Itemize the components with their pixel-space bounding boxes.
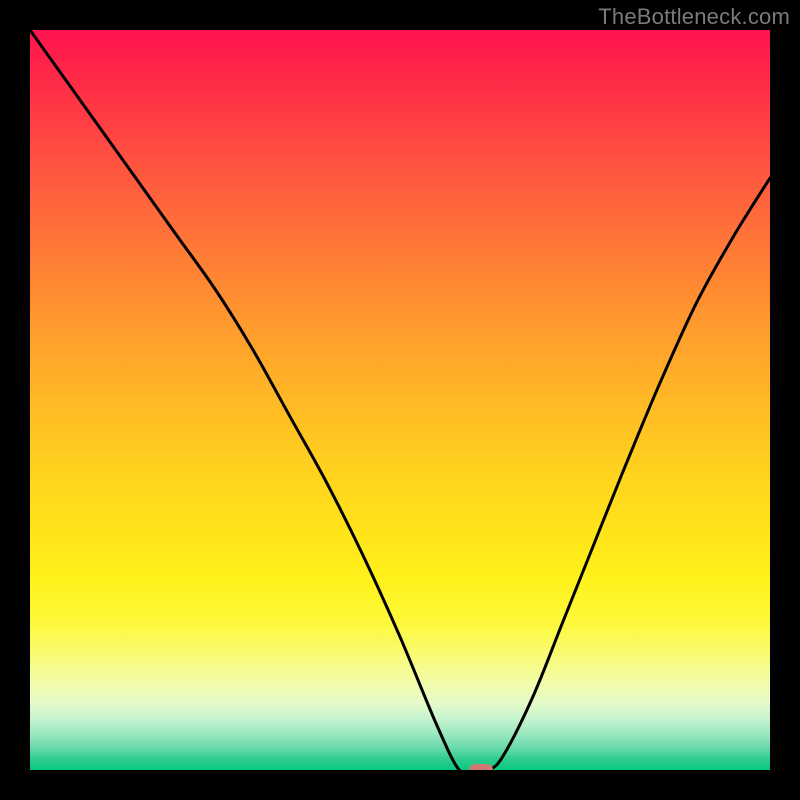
- plot-area: [30, 30, 770, 770]
- curve-layer: [30, 30, 770, 770]
- chart-frame: TheBottleneck.com: [0, 0, 800, 800]
- minimum-marker: [469, 764, 493, 770]
- curve-path: [30, 30, 770, 770]
- watermark-text: TheBottleneck.com: [598, 4, 790, 30]
